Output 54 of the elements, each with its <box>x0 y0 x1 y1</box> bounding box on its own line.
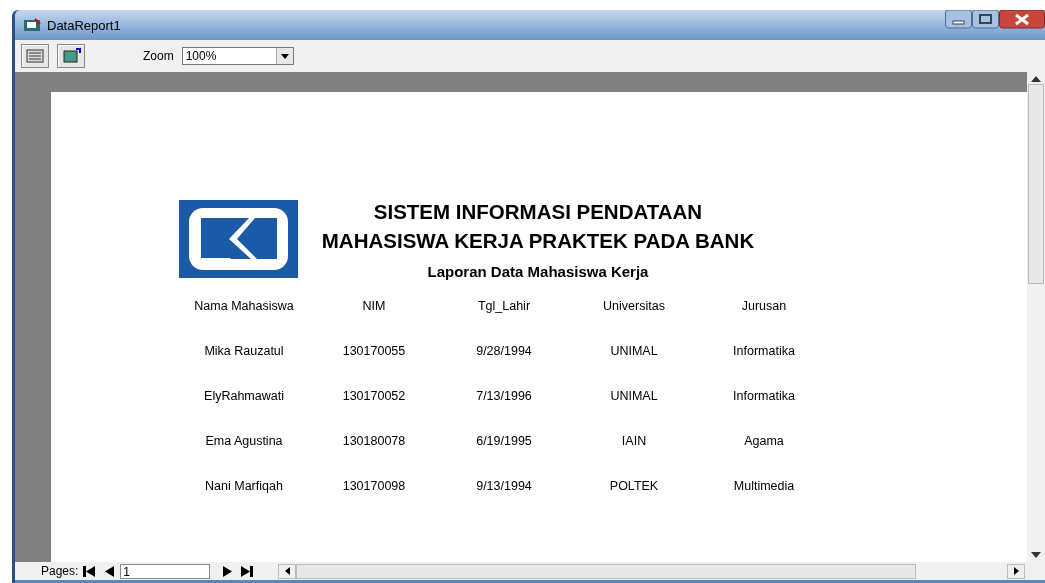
report-subtitle: Laporan Data Mahasiswa Kerja <box>427 263 649 280</box>
zoom-dropdown[interactable]: 100% <box>181 47 294 65</box>
export-button[interactable] <box>57 44 85 68</box>
page-field[interactable]: 1 <box>120 563 211 579</box>
table-cell-text: Multimedia <box>732 479 796 495</box>
column-header: NIM <box>361 299 387 315</box>
maximize-button[interactable] <box>972 10 999 29</box>
column-header: Nama Mahasiswa <box>193 299 295 315</box>
right-triangle-icon <box>1013 567 1019 575</box>
report-icon <box>23 18 41 32</box>
table-cell-text: Ema Agustina <box>204 434 284 450</box>
left-triangle-icon <box>104 565 114 577</box>
table-cell-text: UNIMAL <box>609 389 659 405</box>
first-icon <box>83 565 96 577</box>
scroll-down-icon[interactable] <box>1031 552 1041 558</box>
table-cell-text: Informatika <box>732 389 796 405</box>
left-triangle-icon <box>284 567 290 575</box>
column-header: Tgl_Lahir <box>476 299 532 315</box>
table-cell-text: 130170052 <box>341 389 407 405</box>
table-cell-text: Informatika <box>732 344 796 360</box>
table-cell-text: UNIMAL <box>609 344 659 360</box>
table-cell-text: IAIN <box>620 434 648 450</box>
close-button[interactable] <box>999 10 1045 29</box>
table-cell-text: POLTEK <box>608 479 660 495</box>
last-icon <box>241 565 254 577</box>
print-button[interactable] <box>21 44 49 68</box>
table-cell-text: 130170055 <box>341 344 407 360</box>
table-cell-text: 9/28/1994 <box>475 344 533 360</box>
table-cell-text: 130170098 <box>341 479 407 495</box>
report-title: SISTEM INFORMASI PENDATAAN <box>373 199 703 225</box>
table-cell-text: Nani Marfiqah <box>204 479 284 495</box>
scroll-up-icon[interactable] <box>1031 76 1041 82</box>
caret-icon <box>280 53 289 59</box>
export-icon <box>61 48 81 64</box>
scroll-left-button[interactable] <box>278 563 297 579</box>
minimize-button[interactable] <box>945 10 972 29</box>
printer-icon <box>25 48 45 64</box>
window-title: DataReport1 <box>47 17 121 33</box>
scrollbar-thumb[interactable] <box>296 563 917 579</box>
table-cell-text: 130180078 <box>341 434 407 450</box>
table-cell-text: 9/13/1994 <box>475 479 533 495</box>
scrollbar-thumb[interactable] <box>1028 84 1044 284</box>
right-triangle-icon <box>222 565 232 577</box>
table-cell-text: Agama <box>743 434 785 450</box>
table-cell-text: 7/13/1996 <box>475 389 533 405</box>
scroll-right-button[interactable] <box>1007 563 1025 579</box>
pages-label: Pages: <box>41 564 79 578</box>
table-cell-text: ElyRahmawati <box>203 389 285 405</box>
zoom-label: Zoom <box>143 49 174 63</box>
table-cell-text: 6/19/1995 <box>475 434 533 450</box>
report-title: MAHASISWA KERJA PRAKTEK PADA BANK <box>321 228 755 254</box>
table-cell-text: Mika Rauzatul <box>203 344 285 360</box>
column-header: Universitas <box>602 299 666 315</box>
column-header: Jurusan <box>740 299 788 315</box>
